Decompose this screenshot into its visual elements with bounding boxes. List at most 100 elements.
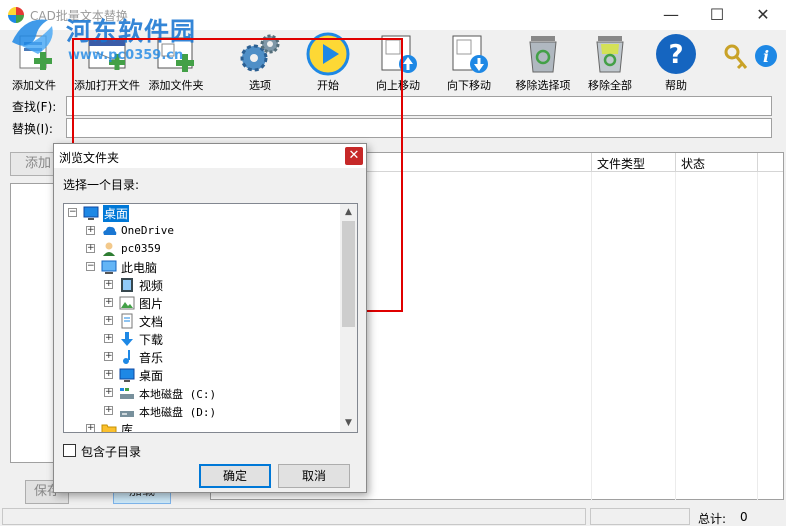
dialog-title: 浏览文件夹 [59, 151, 120, 165]
expand-toggle-icon[interactable]: + [104, 406, 113, 415]
tree-item-label: 桌面 [139, 369, 164, 383]
browse-folder-dialog: 浏览文件夹 ✕ 选择一个目录: − 桌面 + OneDrive + pc0359− 此电脑 +… [53, 143, 367, 493]
folder-list[interactable] [10, 183, 56, 463]
disk-icon [120, 411, 134, 417]
disk-c-icon [120, 388, 134, 399]
expand-toggle-icon[interactable]: + [86, 424, 95, 432]
user-icon [103, 242, 115, 256]
scroll-thumb[interactable] [342, 221, 355, 327]
help-label: 帮助 [665, 79, 687, 92]
expand-toggle-icon[interactable]: + [86, 226, 95, 235]
svg-text:?: ? [668, 40, 683, 70]
maximize-button[interactable]: ☐ [694, 0, 740, 30]
include-subdirs-label: 包含子目录 [81, 445, 142, 459]
remove-all-label: 移除全部 [588, 79, 632, 92]
move-down-button[interactable]: 向下移动 [438, 32, 500, 92]
help-icon: ? [656, 34, 696, 74]
close-button[interactable]: ✕ [740, 0, 786, 30]
expand-toggle-icon[interactable]: + [104, 280, 113, 289]
tree-item[interactable]: + 图片 [64, 294, 344, 312]
expand-toggle-icon[interactable]: + [104, 352, 113, 361]
tree-item[interactable]: + 文档 [64, 312, 344, 330]
expand-toggle-icon[interactable]: − [68, 208, 77, 217]
tree-item[interactable]: + 视频 [64, 276, 344, 294]
dialog-prompt: 选择一个目录: [63, 178, 140, 192]
cloud-icon [103, 226, 117, 235]
cancel-button[interactable]: 取消 [278, 464, 350, 488]
tree-item[interactable]: + 下载 [64, 330, 344, 348]
tree-item-label: 文档 [139, 315, 164, 329]
checkbox-box[interactable] [63, 444, 76, 457]
tree-item-label: 本地磁盘 (D:) [139, 406, 217, 419]
tree-item-label: OneDrive [121, 224, 174, 237]
key-icon[interactable] [724, 44, 748, 72]
tree-scrollbar[interactable]: ▲ ▼ [340, 204, 357, 432]
video-icon [121, 278, 133, 292]
column-divider[interactable] [675, 153, 676, 172]
tree-item[interactable]: − 此电脑 [64, 258, 344, 276]
tree-item-label: 音乐 [139, 351, 164, 365]
status-cell [2, 508, 586, 525]
replace-label: 替换(I): [12, 122, 53, 136]
column-divider[interactable] [591, 153, 592, 172]
remove-selected-label: 移除选择项 [515, 79, 571, 92]
column-file-type[interactable]: 文件类型 [597, 155, 645, 172]
music-icon [123, 350, 130, 364]
expand-toggle-icon[interactable]: + [104, 334, 113, 343]
expand-toggle-icon[interactable]: + [104, 298, 113, 307]
tree-item[interactable]: + 桌面 [64, 366, 344, 384]
download-icon [121, 332, 133, 346]
dialog-title-bar: 浏览文件夹 ✕ [54, 144, 366, 168]
tree-item-label: 此电脑 [121, 261, 158, 275]
tree-item-label: 视频 [139, 279, 164, 293]
tree-item-label: 本地磁盘 (C:) [139, 388, 217, 401]
expand-toggle-icon[interactable]: + [104, 316, 113, 325]
trash-full-icon [596, 36, 624, 73]
expand-toggle-icon[interactable]: − [86, 262, 95, 271]
grid-line [591, 172, 592, 501]
recycle-bin-icon [529, 36, 557, 73]
desktop-icon [83, 206, 99, 220]
scroll-down-icon[interactable]: ▼ [340, 415, 357, 432]
documents-icon [121, 313, 133, 329]
remove-all-button[interactable]: 移除全部 [582, 32, 638, 92]
desktop-icon [119, 368, 135, 382]
computer-icon [101, 260, 117, 274]
pictures-icon [119, 296, 135, 310]
tree-item-label: 桌面 [103, 205, 130, 222]
tree-item[interactable]: + pc0359 [64, 240, 344, 258]
column-divider[interactable] [757, 153, 758, 172]
grid-line [757, 172, 758, 501]
tree-item[interactable]: + 本地磁盘 (D:) [64, 402, 344, 420]
move-down-icon [452, 35, 488, 73]
tree-item-label: 图片 [139, 297, 164, 311]
find-label: 查找(F): [12, 100, 57, 114]
dialog-close-button[interactable]: ✕ [345, 147, 363, 165]
ok-button[interactable]: 确定 [199, 464, 271, 488]
library-icon [101, 424, 117, 432]
column-status[interactable]: 状态 [681, 155, 705, 172]
site-logo-icon [12, 19, 53, 54]
tree-item[interactable]: + 音乐 [64, 348, 344, 366]
expand-toggle-icon[interactable]: + [104, 388, 113, 397]
add-button[interactable]: 添加 [10, 152, 58, 176]
minimize-button[interactable]: — [648, 0, 694, 30]
tree-item[interactable]: + 库 [64, 420, 344, 433]
status-bar: 总计: 0 [0, 506, 786, 526]
remove-selected-button[interactable]: 移除选择项 [506, 32, 580, 92]
expand-toggle-icon[interactable]: + [86, 244, 95, 253]
total-count: 0 [740, 510, 748, 524]
expand-toggle-icon[interactable]: + [104, 370, 113, 379]
help-button[interactable]: ? 帮助 [648, 32, 704, 92]
info-icon[interactable]: i [754, 44, 778, 68]
tree-item[interactable]: + OneDrive [64, 222, 344, 240]
tree-item[interactable]: − 桌面 [64, 204, 344, 222]
tree-item-label: 下载 [139, 333, 164, 347]
tree-item-label: 库 [121, 423, 134, 433]
svg-text:i: i [763, 47, 769, 66]
move-down-label: 向下移动 [447, 79, 491, 92]
folder-tree[interactable]: − 桌面 + OneDrive + pc0359 − 此电脑 + 视频 + 图片 + 文档 + 下载 + 音乐 + 桌… [63, 203, 358, 433]
tree-item-label: pc0359 [121, 242, 161, 255]
tree-item[interactable]: + 本地磁盘 (C:) [64, 384, 344, 402]
scroll-up-icon[interactable]: ▲ [340, 204, 357, 221]
